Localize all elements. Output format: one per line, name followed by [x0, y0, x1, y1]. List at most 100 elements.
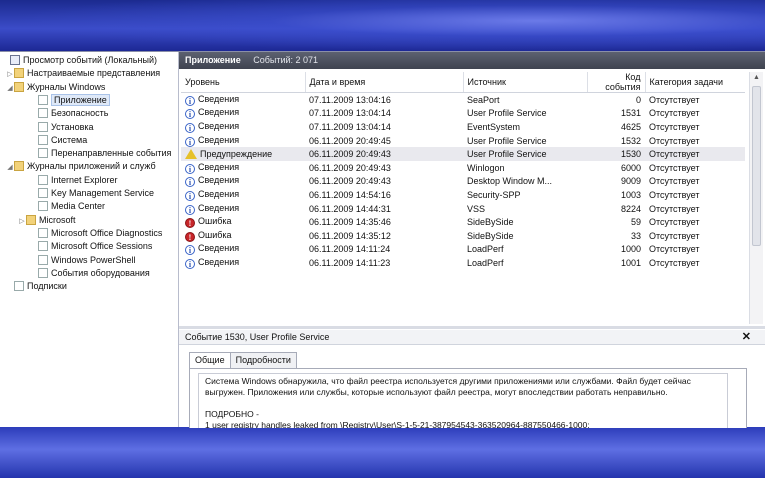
category-cell: Отсутствует — [649, 230, 700, 241]
code-cell: 33 — [630, 230, 641, 241]
log-icon — [38, 254, 48, 265]
column-header[interactable]: Код события — [587, 72, 646, 93]
level-cell: Предупреждение — [181, 147, 305, 161]
category-cell: Отсутствует — [649, 257, 700, 268]
table-row[interactable]: i Сведения 06.11.2009 20:49:45 User Profile… — [181, 134, 745, 148]
level-cell: ! Ошибка — [181, 229, 305, 243]
column-header[interactable]: Уровень — [181, 72, 306, 93]
detail-panel: Система Windows обнаружила, что файл рее… — [189, 368, 747, 428]
desktop-background-bottom — [0, 426, 765, 478]
scroll-up-icon[interactable]: ▲ — [750, 72, 763, 84]
events-scrollbar[interactable]: ▲ — [749, 72, 763, 324]
event-detail-title: Событие 1530, User Profile Service — [185, 332, 330, 342]
column-header[interactable]: Дата и время — [305, 72, 464, 93]
tree-item-label: Журналы Windows — [27, 81, 106, 92]
table-row[interactable]: Предупреждение 06.11.2009 20:49:43 User Pr… — [181, 147, 745, 161]
date-cell: 06.11.2009 14:35:46 — [309, 217, 391, 228]
table-row[interactable]: i Сведения 06.11.2009 14:11:23 LoadPerf 1001… — [181, 256, 745, 270]
log-icon — [38, 108, 48, 119]
table-row[interactable]: i Сведения 07.11.2009 13:04:14 User Profile… — [181, 107, 745, 121]
table-row[interactable]: i Сведения 06.11.2009 20:49:43 Desktop Wind… — [181, 175, 745, 189]
code-cell: 6000 — [620, 162, 641, 173]
event-count: Событий: 2 071 — [253, 55, 319, 65]
tree-item[interactable]: Перенаправленные события — [30, 147, 171, 160]
log-icon — [38, 227, 48, 238]
tree-item[interactable]: Установка — [30, 121, 94, 134]
tree-item[interactable]: Microsoft Office Diagnostics — [30, 227, 162, 240]
table-row[interactable]: i Сведения 06.11.2009 20:49:43 Winlogon 6000… — [181, 161, 745, 175]
table-row[interactable]: i Сведения 07.11.2009 13:04:16 SeaPort 0 Отсу… — [181, 93, 745, 107]
level-text: Сведения — [198, 188, 240, 199]
events-table: Уровень Дата и время Источник Код события Ка… — [181, 72, 745, 270]
tree-item[interactable]: Key Management Service — [30, 187, 154, 200]
info-icon: i — [185, 109, 195, 120]
tree-item-label: Internet Explorer — [51, 174, 118, 185]
tree-item-label: Безопасность — [51, 108, 109, 119]
desktop-background-top — [0, 0, 765, 52]
level-text: Сведения — [198, 243, 240, 254]
tree-item[interactable]: Безопасность — [30, 107, 108, 120]
expand-arrow-icon[interactable]: ◢ — [6, 82, 14, 95]
close-icon[interactable]: ✕ — [742, 330, 751, 344]
tree-item-label: Подписки — [27, 281, 67, 292]
tree-item-label: События оборудования — [51, 267, 150, 278]
table-row[interactable]: ! Ошибка 06.11.2009 14:35:46 SideBySide 59 От… — [181, 215, 745, 229]
tree-item[interactable]: ▷ Настраиваемые представления — [6, 67, 160, 80]
expand-arrow-icon[interactable]: ▷ — [6, 68, 14, 81]
table-row[interactable]: ! Ошибка 06.11.2009 14:35:12 SideBySide 33 От… — [181, 229, 745, 243]
date-cell: 06.11.2009 14:11:24 — [309, 244, 391, 255]
expand-arrow-icon[interactable]: ▷ — [18, 215, 26, 228]
date-cell: 06.11.2009 14:54:16 — [309, 189, 391, 200]
source-cell: User Profile Service — [467, 108, 547, 119]
detail-tabs: Общие Подробности — [189, 352, 297, 369]
tab-general[interactable]: Общие — [189, 352, 231, 369]
table-row[interactable]: i Сведения 07.11.2009 13:04:14 EventSystem 4… — [181, 120, 745, 134]
tree-item[interactable]: ▷ Microsoft — [18, 214, 76, 227]
tree-item-label: Key Management Service — [51, 188, 155, 198]
code-cell: 1532 — [620, 135, 641, 146]
source-cell: SeaPort — [467, 94, 500, 105]
table-row[interactable]: i Сведения 06.11.2009 14:44:31 VSS 8224 Отсут… — [181, 202, 745, 216]
table-row[interactable]: i Сведения 06.11.2009 14:54:16 Security-SPP… — [181, 188, 745, 202]
tree-item[interactable]: Microsoft Office Sessions — [30, 240, 152, 253]
tree-item[interactable]: Windows PowerShell — [30, 254, 136, 267]
scroll-thumb[interactable] — [752, 86, 761, 246]
category-cell: Отсутствует — [649, 203, 700, 214]
events-table-container: Уровень Дата и время Источник Код события Ка… — [181, 72, 745, 324]
tree-item[interactable]: Приложение — [30, 93, 110, 107]
tree-item[interactable]: ◢ Журналы Windows — [6, 81, 105, 94]
expand-arrow-icon[interactable]: ◢ — [6, 161, 14, 174]
source-cell: SideBySide — [467, 217, 514, 228]
category-cell: Отсутствует — [649, 162, 700, 173]
tree-item[interactable]: События оборудования — [30, 267, 150, 280]
info-icon: i — [185, 190, 195, 201]
tree-item[interactable]: Просмотр событий (Локальный) — [2, 54, 157, 67]
tree-item[interactable]: ◢ Журналы приложений и служб — [6, 160, 156, 173]
column-header[interactable]: Категория задачи — [645, 72, 745, 93]
main-pane: Приложение Событий: 2 071 Уровень Дата и … — [179, 52, 765, 428]
category-cell: Отсутствует — [649, 244, 700, 255]
tree-item[interactable]: Система — [30, 134, 87, 147]
folder-icon — [14, 81, 24, 92]
code-cell: 8224 — [620, 203, 641, 214]
column-header[interactable]: Источник — [463, 72, 588, 93]
source-cell: Winlogon — [467, 162, 505, 173]
tab-details[interactable]: Подробности — [229, 352, 297, 368]
tree-item[interactable]: Media Center — [30, 200, 105, 213]
table-row[interactable]: i Сведения 06.11.2009 14:11:24 LoadPerf 1000… — [181, 243, 745, 257]
tree-item[interactable]: Подписки — [6, 280, 67, 293]
code-cell: 4625 — [620, 121, 641, 132]
tree-item[interactable]: Internet Explorer — [30, 174, 118, 187]
date-cell: 06.11.2009 20:49:43 — [305, 147, 463, 161]
pane-header: Приложение Событий: 2 071 — [179, 52, 765, 69]
code-cell: 1531 — [620, 108, 641, 119]
pane-splitter[interactable] — [179, 326, 765, 329]
info-icon: i — [185, 122, 195, 133]
level-cell: i Сведения — [181, 188, 305, 202]
level-text: Сведения — [198, 120, 240, 131]
level-text: Сведения — [198, 93, 240, 104]
folder-icon — [14, 68, 24, 79]
tree-item-label: Перенаправленные события — [51, 148, 172, 159]
event-description: Система Windows обнаружила, что файл рее… — [198, 373, 728, 428]
warning-icon — [185, 149, 197, 160]
